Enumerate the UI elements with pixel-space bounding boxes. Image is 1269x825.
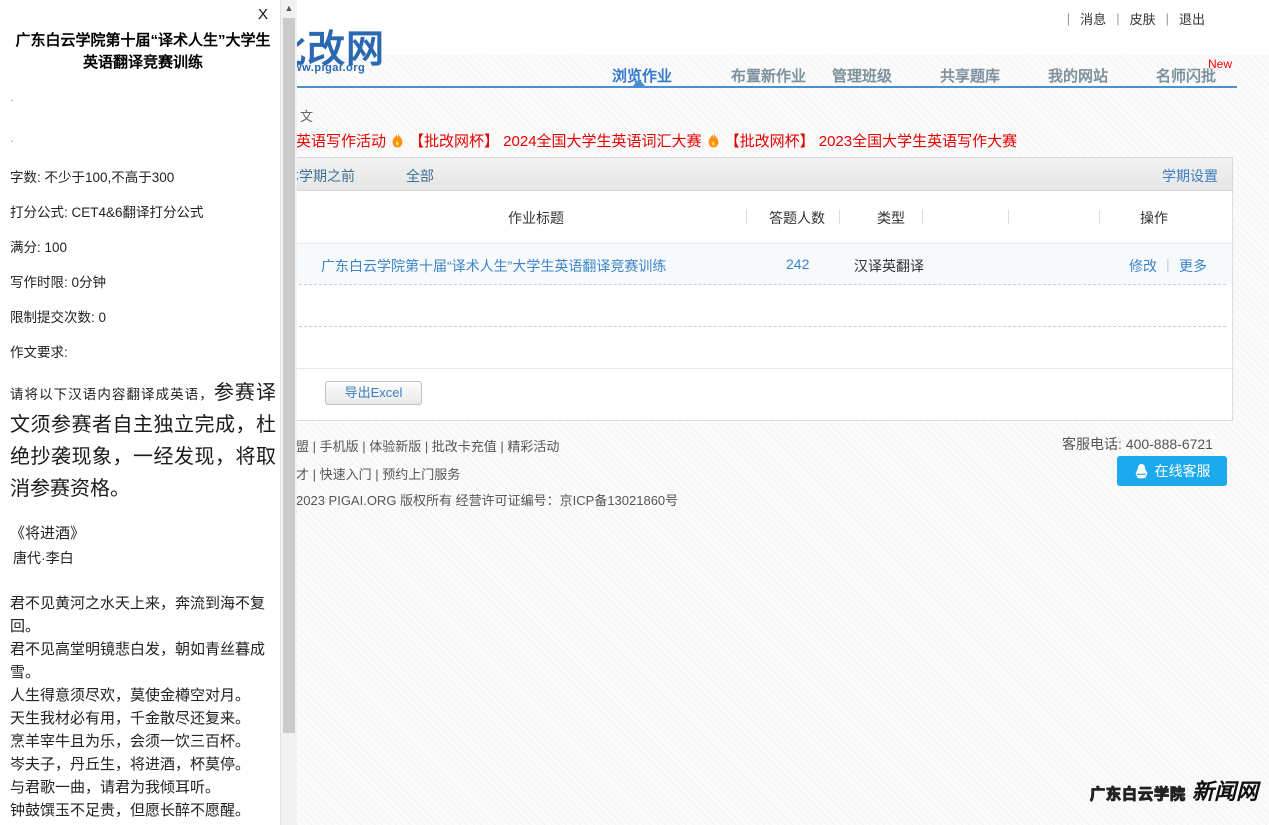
- watermark-news-site: 新闻网: [1192, 774, 1258, 806]
- poem-line: 天生我材必有用，千金散尽还复来。: [10, 707, 276, 730]
- nav-shared-question-bank[interactable]: 共享题库: [940, 65, 1000, 86]
- logout-link[interactable]: 退出: [1179, 9, 1205, 28]
- messages-link[interactable]: 消息: [1080, 9, 1106, 28]
- active-tab-pointer-icon: [632, 79, 646, 87]
- row-divider: [249, 284, 1226, 285]
- section-divider: [241, 368, 1232, 369]
- poem-line: 君不见高堂明镜悲白发，朝如青丝暮成雪。: [10, 638, 276, 684]
- more-link[interactable]: 更多: [1179, 256, 1207, 276]
- announcement-bar: 英语写作活动 【批改网杯】 2024全国大学生英语词汇大赛 【批改网杯】 202…: [296, 130, 1017, 151]
- skin-link[interactable]: 皮肤: [1130, 9, 1156, 28]
- footer-copyright: 2023 PIGAI.ORG 版权所有 经营许可证编号：京ICP备1302186…: [296, 490, 678, 509]
- announcement-link[interactable]: 英语写作活动: [296, 130, 386, 151]
- row-divider: [249, 326, 1226, 327]
- user-bar: | 消息 | 皮肤 | 退出: [1067, 9, 1205, 28]
- popup-scrollbar[interactable]: ▲: [280, 0, 297, 825]
- placeholder-dot: .: [10, 90, 276, 103]
- column-divider: [839, 210, 840, 224]
- poem-line: 君不见黄河之水天上来，奔流到海不复回。: [10, 592, 276, 638]
- table-row: 广东白云学院第十届“译术人生”大学生英语翻译竞赛训练 242 汉译英翻译 修改 …: [241, 244, 1232, 284]
- essay-requirement: 请将以下汉语内容翻译成英语，参赛译文须参赛者自主独立完成，杜绝抄袭现象，一经发现…: [10, 378, 276, 506]
- homework-title-link[interactable]: 广东白云学院第十届“译术人生”大学生英语翻译竞赛训练: [321, 256, 666, 276]
- time-limit: 写作时限: 0分钟: [10, 273, 276, 292]
- scrollbar-thumb[interactable]: [283, 18, 295, 733]
- column-header-title: 作业标题: [508, 208, 564, 228]
- breadcrumb: 文: [300, 106, 313, 125]
- page-root: 批改网 www.pigai.org | 消息 | 皮肤 | 退出 浏览作业 布置…: [0, 0, 1269, 825]
- watermark-school-name: 广东白云学院: [1090, 783, 1186, 804]
- word-count-requirement: 字数: 不少于100,不高于300: [10, 168, 276, 187]
- column-header-respondents: 答题人数: [769, 208, 825, 228]
- respondents-count-link[interactable]: 242: [786, 256, 809, 272]
- separator: |: [1067, 11, 1070, 26]
- nav-my-website[interactable]: 我的网站: [1048, 65, 1108, 86]
- online-service-button[interactable]: 在线客服: [1117, 456, 1227, 486]
- scroll-up-arrow-icon[interactable]: ▲: [281, 0, 297, 17]
- column-header-type: 类型: [877, 208, 905, 228]
- close-icon[interactable]: X: [258, 6, 268, 23]
- new-badge: New: [1208, 57, 1232, 71]
- poem-line: 钟鼓馔玉不足贵，但愿长醉不愿醒。: [10, 799, 276, 822]
- service-phone: 客服电话: 400-888-6721: [1062, 434, 1213, 454]
- announcement-link[interactable]: 【批改网杯】 2024全国大学生英语词汇大赛: [409, 130, 702, 151]
- popup-content: 广东白云学院第十届“译术人生”大学生英语翻译竞赛训练 . . 字数: 不少于10…: [10, 30, 276, 822]
- export-excel-button[interactable]: 导出Excel: [325, 381, 422, 405]
- flame-icon: [391, 133, 404, 149]
- column-divider: [922, 210, 923, 224]
- homework-table: 作业标题 答题人数 类型 操作 广东白云学院第十届“译术人生”大学生英语翻译竞赛…: [240, 191, 1233, 421]
- requirement-prefix: 请将以下汉语内容翻译成英语，: [10, 387, 214, 402]
- semester-tab-bar: 本学期之前 全部 学期设置: [240, 157, 1233, 191]
- separator: |: [1166, 256, 1170, 272]
- placeholder-dot: .: [10, 131, 276, 144]
- poem-author: 唐代·李白: [10, 547, 276, 570]
- online-service-label: 在线客服: [1155, 461, 1211, 481]
- footer-links-row1[interactable]: 盟 | 手机版 | 体验新版 | 批改卡充值 | 精彩活动: [296, 436, 559, 455]
- separator: |: [1116, 11, 1119, 26]
- column-divider: [746, 210, 747, 224]
- semester-settings-link[interactable]: 学期设置: [1162, 166, 1218, 186]
- homework-detail-popup: X 广东白云学院第十届“译术人生”大学生英语翻译竞赛训练 . . 字数: 不少于…: [0, 0, 297, 825]
- announcement-link[interactable]: 【批改网杯】 2023全国大学生英语写作大赛: [725, 130, 1018, 151]
- poem-body: 君不见黄河之水天上来，奔流到海不复回。 君不见高堂明镜悲白发，朝如青丝暮成雪。 …: [10, 592, 276, 822]
- scoring-formula: 打分公式: CET4&6翻译打分公式: [10, 203, 276, 222]
- table-header-row: 作业标题 答题人数 类型 操作: [241, 191, 1232, 244]
- column-header-operation: 操作: [1140, 208, 1168, 228]
- footer-links-row2[interactable]: 才 | 快速入门 | 预约上门服务: [296, 464, 460, 483]
- edit-link[interactable]: 修改: [1129, 256, 1157, 276]
- column-divider: [1008, 210, 1009, 224]
- poem-line: 与君歌一曲，请君为我倾耳听。: [10, 776, 276, 799]
- poem-line: 岑夫子，丹丘生，将进酒，杯莫停。: [10, 753, 276, 776]
- qq-icon: [1134, 463, 1149, 480]
- nav-manage-classes[interactable]: 管理班级: [832, 65, 892, 86]
- nav-teacher-flash-review[interactable]: 名师闪批: [1156, 65, 1216, 86]
- full-score: 满分: 100: [10, 238, 276, 257]
- nav-assign-homework[interactable]: 布置新作业: [731, 65, 806, 86]
- watermark: 广东白云学院 新闻网: [1090, 774, 1258, 806]
- flame-icon: [707, 133, 720, 149]
- separator: |: [1166, 11, 1169, 26]
- poem-line: 烹羊宰牛且为乐，会须一饮三百杯。: [10, 730, 276, 753]
- column-divider: [1099, 210, 1100, 224]
- requirement-label: 作文要求:: [10, 343, 276, 362]
- submission-limit: 限制提交次数: 0: [10, 308, 276, 327]
- popup-title: 广东白云学院第十届“译术人生”大学生英语翻译竞赛训练: [10, 30, 276, 74]
- poem-line: 人生得意须尽欢，莫使金樽空对月。: [10, 684, 276, 707]
- homework-type: 汉译英翻译: [854, 256, 924, 276]
- tab-all[interactable]: 全部: [406, 166, 434, 186]
- poem-title: 《将进酒》: [10, 522, 276, 545]
